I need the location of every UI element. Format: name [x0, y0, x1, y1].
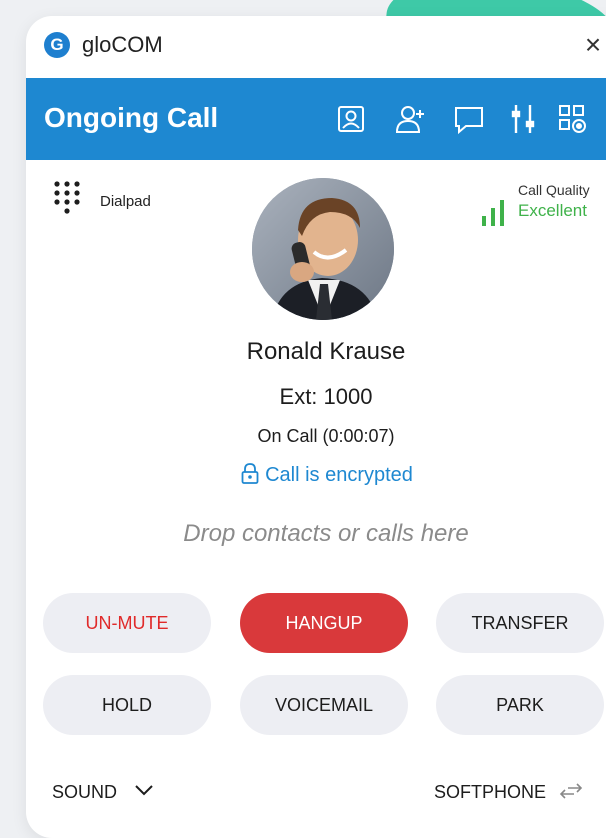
app-title: gloCOM — [82, 32, 163, 57]
call-quality-value: Excellent — [518, 201, 587, 220]
title-bar: G gloCOM × — [26, 16, 606, 78]
hold-button[interactable]: HOLD — [43, 675, 211, 735]
signal-bars-icon — [482, 200, 504, 226]
contact-name: Ronald Krause — [246, 338, 406, 365]
drop-zone[interactable]: Drop contacts or calls here — [26, 520, 606, 548]
contact-avatar — [252, 178, 394, 320]
chat-icon[interactable] — [452, 102, 486, 136]
stage: G gloCOM × Ongoing Call Dialpad Call Qua… — [0, 0, 606, 838]
hangup-button[interactable]: HANGUP — [240, 593, 408, 653]
close-button[interactable]: × — [576, 28, 606, 62]
softphone-label: SOFTPHONE — [434, 782, 547, 802]
call-quality-label: Call Quality — [518, 182, 590, 198]
unmute-button[interactable]: UN-MUTE — [43, 593, 211, 653]
transfer-button[interactable]: TRANSFER — [436, 593, 604, 653]
park-button[interactable]: PARK — [436, 675, 604, 735]
sound-label: SOUND — [52, 782, 118, 802]
contact-card-icon[interactable] — [334, 102, 368, 136]
voicemail-button[interactable]: VOICEMAIL — [240, 675, 408, 735]
encryption-label: Call is encrypted — [265, 464, 413, 486]
dialpad-label: Dialpad — [100, 193, 151, 210]
equalizer-icon[interactable] — [506, 102, 540, 136]
encryption-status: Call is encrypted — [26, 462, 606, 487]
network-icon[interactable] — [556, 102, 590, 136]
softphone-switch[interactable]: SOFTPHONE — [434, 782, 583, 803]
chevron-down-icon — [135, 785, 153, 796]
lock-icon — [241, 463, 259, 484]
contact-extension: Ext: 1000 — [279, 384, 373, 409]
call-quality: Call Quality Excellent — [480, 182, 606, 232]
swap-arrows-icon — [559, 783, 583, 799]
dialpad-icon — [54, 181, 80, 214]
add-user-icon[interactable] — [394, 102, 428, 136]
call-header: Ongoing Call — [26, 78, 606, 160]
sound-selector[interactable]: SOUND — [52, 782, 154, 803]
call-status: On Call (0:00:07) — [257, 426, 395, 446]
header-title: Ongoing Call — [44, 102, 219, 133]
call-window: G gloCOM × Ongoing Call Dialpad Call Qua… — [26, 16, 606, 838]
app-logo-icon: G — [44, 32, 70, 58]
